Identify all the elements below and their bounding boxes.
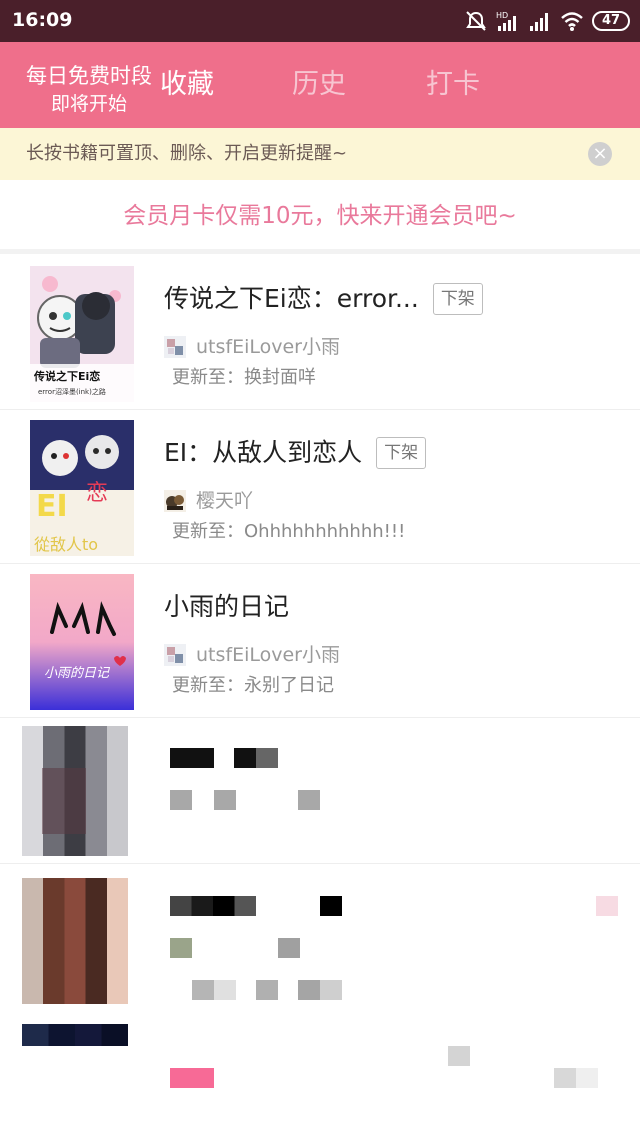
close-icon[interactable]: ×: [588, 142, 612, 166]
status-time: 16:09: [12, 9, 73, 31]
book-title-row: EI：从敌人到恋人 下架: [164, 437, 427, 469]
wifi-icon: [561, 12, 583, 31]
mute-icon: [466, 11, 486, 31]
book-item[interactable]: EI 恋 從敌人to EI：从敌人到恋人 下架 樱天吖 更新至：Ohhhhhhh…: [0, 410, 640, 564]
redacted-cover: [22, 1024, 128, 1046]
book-title-row: 传说之下Ei恋：error... 下架: [164, 283, 483, 315]
redacted-badge: [554, 1068, 598, 1088]
avatar: [164, 644, 186, 666]
vip-promo-text: 会员月卡仅需10元，快来开通会员吧~: [123, 203, 517, 229]
redacted-author: [170, 790, 192, 810]
book-item[interactable]: 传说之下Ei恋 error沼泽墨(ink)之路 传说之下Ei恋：error...…: [0, 256, 640, 410]
redacted-title: [170, 748, 214, 768]
off-shelf-tag: 下架: [376, 437, 427, 469]
redacted-title: [448, 1046, 470, 1066]
redacted-cover-detail: [42, 768, 86, 834]
author-row: utsfEiLover小雨: [164, 335, 340, 359]
latest-chapter: 更新至：永别了日记: [172, 675, 334, 696]
svg-text:传说之下Ei恋: 传说之下Ei恋: [33, 369, 100, 383]
svg-text:恋: 恋: [86, 481, 108, 506]
tab-checkin[interactable]: 打卡: [426, 68, 480, 102]
redacted-badge: [596, 896, 618, 916]
author-name: utsfEiLover小雨: [196, 644, 340, 666]
book-item[interactable]: 小雨的日记 小雨的日记 utsfEiLover小雨 更新至：永别了日记: [0, 564, 640, 718]
vip-promo-banner[interactable]: 会员月卡仅需10元，快来开通会员吧~: [0, 180, 640, 254]
free-time-line2: 即将开始: [50, 93, 127, 115]
author-name: 樱天吖: [196, 490, 254, 512]
avatar: [164, 490, 186, 512]
svg-text:HD: HD: [496, 11, 508, 20]
book-cover: 传说之下Ei恋 error沼泽墨(ink)之路: [30, 266, 134, 402]
book-cover: EI 恋 從敌人to: [30, 420, 134, 556]
off-shelf-tag: 下架: [432, 283, 483, 315]
latest-chapter: 更新至：换封面咩: [172, 367, 316, 388]
tab-favorites[interactable]: 收藏: [160, 68, 214, 102]
cover-title: 小雨的日记: [44, 666, 110, 681]
avatar: [164, 336, 186, 358]
tip-banner: 长按书籍可置顶、删除、开启更新提醒~ ×: [0, 128, 640, 180]
book-title-row: 小雨的日记: [164, 591, 289, 623]
svg-text:error沼泽墨(ink)之路: error沼泽墨(ink)之路: [38, 387, 106, 396]
book-title: 传说之下Ei恋：error...: [164, 284, 419, 313]
author-row: utsfEiLover小雨: [164, 643, 340, 667]
redacted-author: [298, 790, 320, 810]
svg-text:EI: EI: [36, 489, 68, 524]
redacted-author: [170, 1068, 214, 1088]
book-title: EI：从敌人到恋人: [164, 438, 363, 467]
redacted-update: [192, 980, 236, 1000]
redacted-cover: [22, 878, 128, 1004]
book-title: 小雨的日记: [164, 592, 290, 621]
status-icons: HD 47: [464, 8, 630, 34]
redacted-book-item[interactable]: [0, 718, 640, 864]
free-time-line1: 每日免费时段: [26, 64, 152, 88]
tab-history[interactable]: 历史: [292, 68, 346, 102]
redacted-title: [320, 896, 342, 916]
redacted-title: [234, 748, 278, 768]
tip-text: 长按书籍可置顶、删除、开启更新提醒~: [26, 143, 348, 164]
author-name: utsfEiLover小雨: [196, 336, 340, 358]
author-row: 樱天吖: [164, 489, 253, 513]
battery-icon: 47: [592, 11, 630, 31]
redacted-author: [278, 938, 300, 958]
latest-chapter: 更新至：Ohhhhhhhhhhh!!!: [172, 521, 406, 542]
redacted-book-item[interactable]: [0, 1020, 640, 1138]
free-time-banner[interactable]: 每日免费时段 即将开始: [14, 62, 164, 118]
app-header: 每日免费时段 即将开始 收藏 历史 打卡: [0, 42, 640, 128]
redacted-book-item[interactable]: [0, 870, 640, 1016]
redacted-update: [298, 980, 342, 1000]
hd-signal-icon: HD: [496, 11, 516, 31]
book-cover: 小雨的日记: [30, 574, 134, 710]
signal-icon: [530, 13, 548, 31]
redacted-author: [214, 790, 236, 810]
redacted-update: [256, 980, 278, 1000]
status-bar: 16:09 HD 47: [0, 0, 640, 42]
redacted-author: [170, 938, 192, 958]
svg-text:從敌人to: 從敌人to: [34, 535, 98, 554]
redacted-title: [170, 896, 256, 916]
